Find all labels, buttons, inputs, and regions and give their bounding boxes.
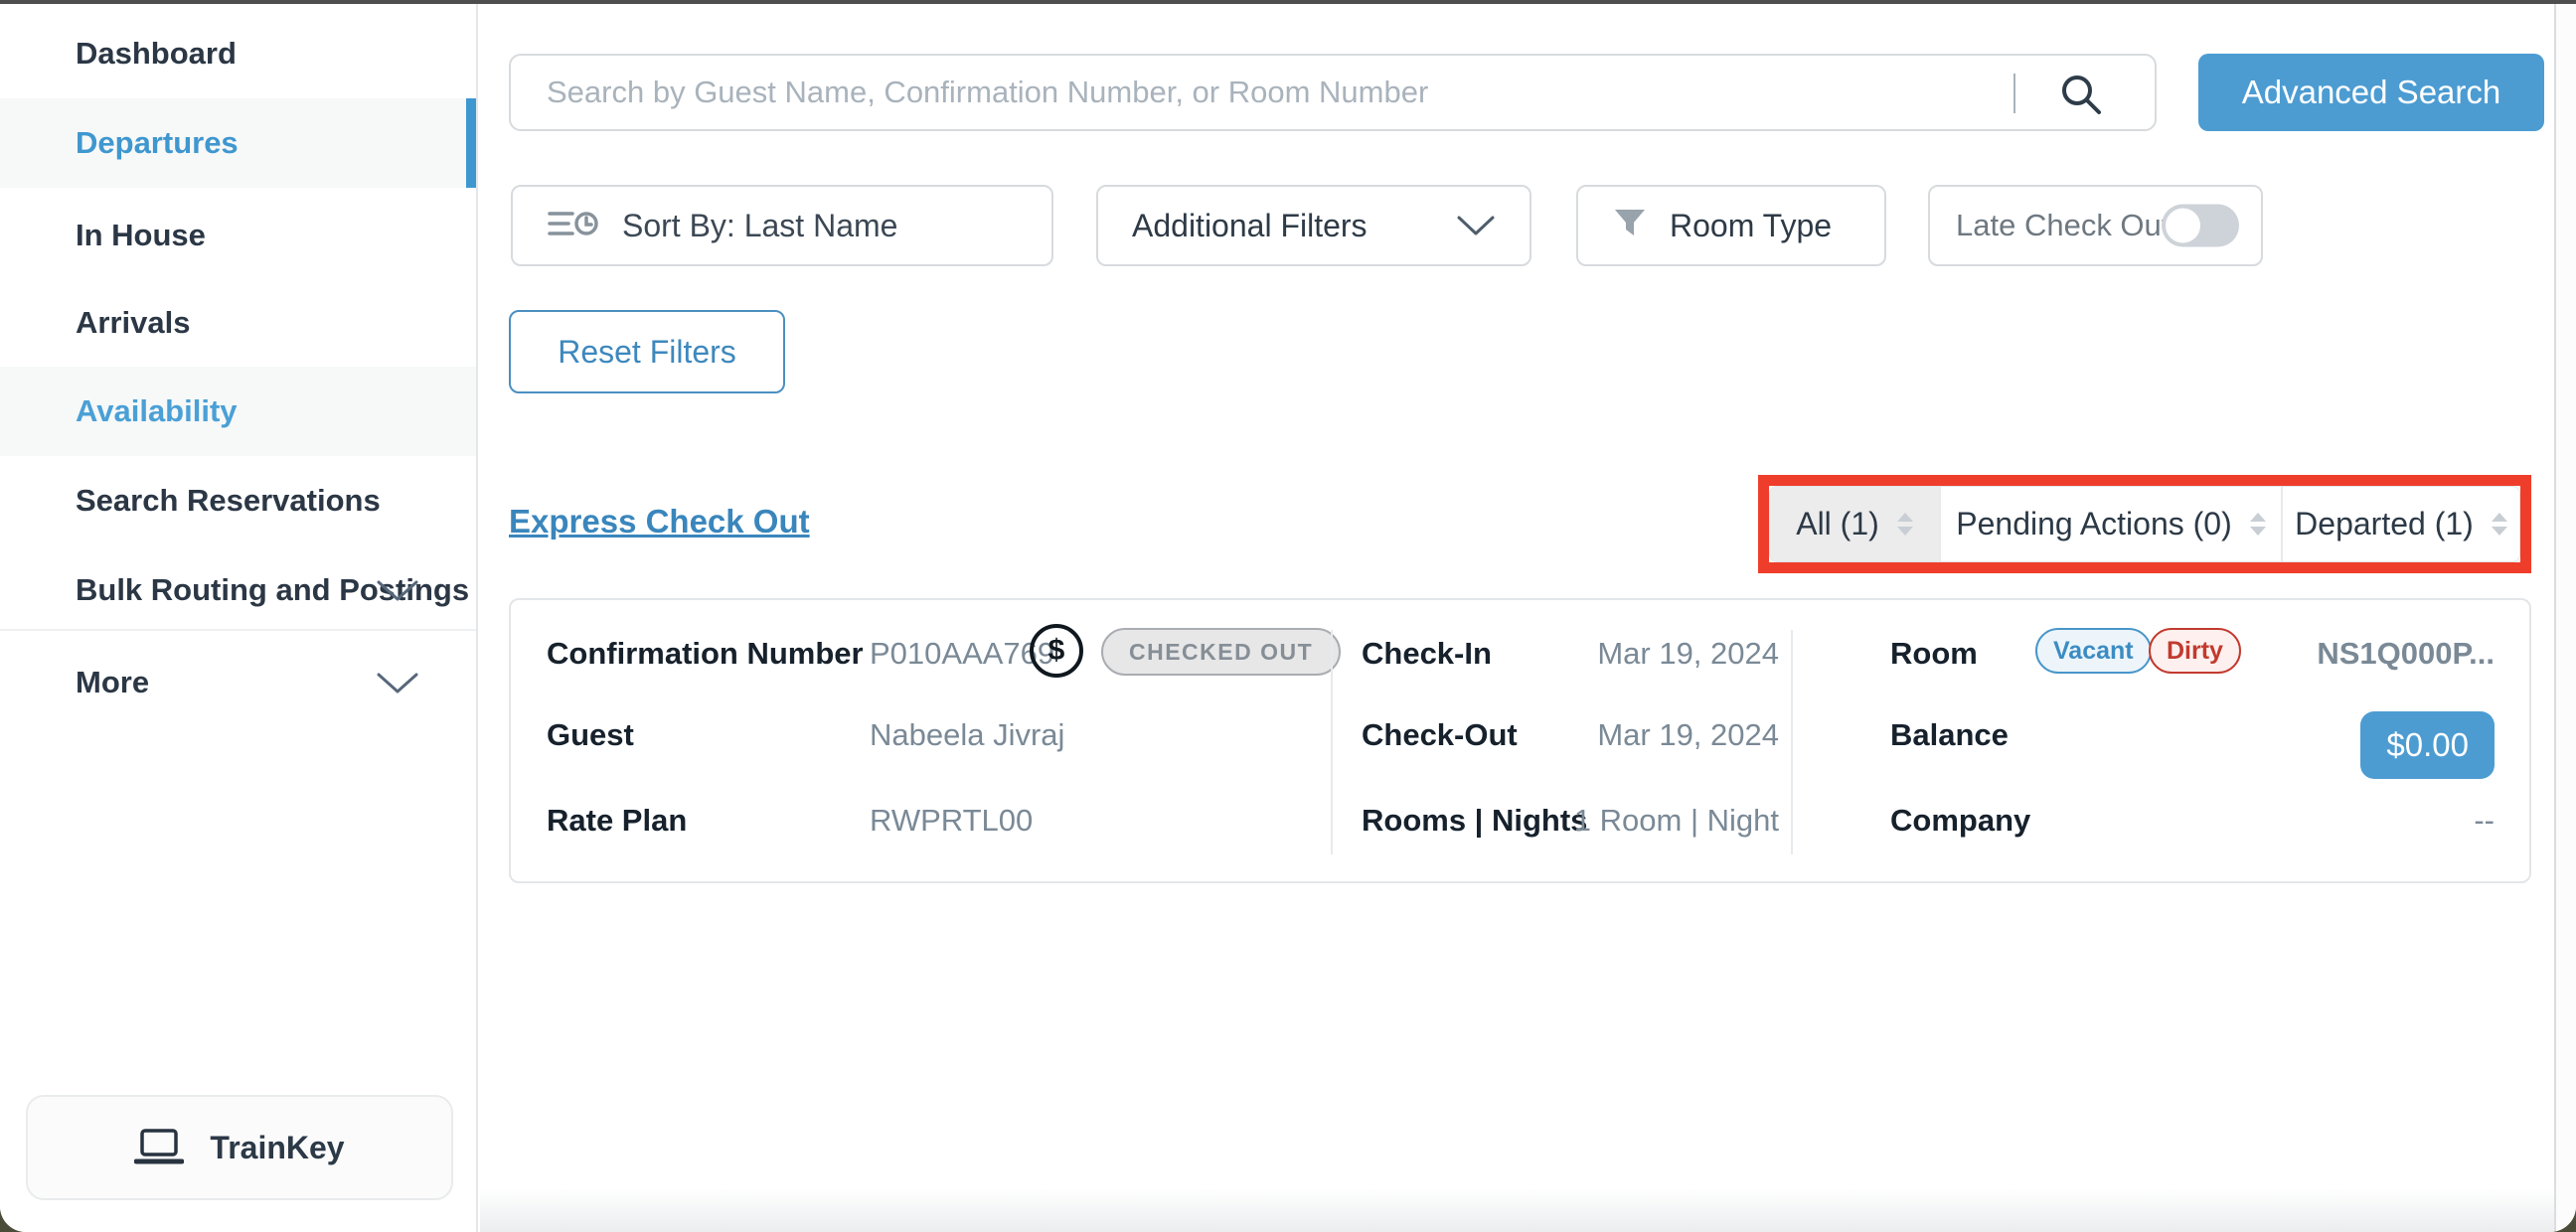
sidebar-item-label: Arrivals <box>76 305 190 341</box>
company-value: -- <box>2474 803 2495 839</box>
trainkey-label: TrainKey <box>210 1130 344 1166</box>
confirmation-number-label: Confirmation Number <box>547 636 864 672</box>
checked-out-badge: CHECKED OUT <box>1101 628 1341 676</box>
sidebar-item-label: Dashboard <box>76 36 237 72</box>
guest-name-value: Nabeela Jivraj <box>870 717 1064 753</box>
sidebar-item-bulk-routing[interactable]: Bulk Routing and Postings <box>0 545 476 635</box>
check-out-value: Mar 19, 2024 <box>1455 717 1779 753</box>
late-check-out-toggle[interactable] <box>2162 205 2239 247</box>
room-label: Room <box>1890 636 1978 672</box>
sidebar-item-label: Availability <box>76 393 238 429</box>
rooms-nights-value: 1 Room | Night <box>1455 803 1779 839</box>
housekeeping-status-badge-dirty: Dirty <box>2149 628 2241 674</box>
search-divider <box>2013 74 2015 113</box>
card-column-divider <box>1791 630 1793 854</box>
late-check-out-label: Late Check Out <box>1956 208 2170 243</box>
room-type-filter[interactable]: Room Type <box>1576 185 1886 266</box>
additional-filters-label: Additional Filters <box>1132 208 1368 244</box>
bottom-scroll-area <box>480 1188 2554 1232</box>
app-window: Dashboard Departures In House Arrivals A… <box>0 0 2576 1232</box>
room-type-label: Room Type <box>1670 208 1832 244</box>
sort-by-label: Sort By: Last Name <box>622 208 897 244</box>
sort-icon <box>547 203 598 249</box>
sort-arrows-icon <box>2250 513 2266 536</box>
payment-dollar-icon[interactable]: $ <box>1030 624 1083 678</box>
search-icon[interactable] <box>2057 71 2105 118</box>
balance-label: Balance <box>1890 717 2009 753</box>
sidebar: Dashboard Departures In House Arrivals A… <box>0 4 478 1232</box>
tab-all[interactable]: All (1) <box>1770 487 1941 561</box>
chevron-down-icon <box>375 669 420 696</box>
sort-arrows-icon <box>2492 513 2507 536</box>
late-check-out-filter: Late Check Out <box>1928 185 2263 266</box>
tab-label: Departed (1) <box>2295 506 2474 542</box>
vertical-scrollbar[interactable] <box>2554 4 2576 1232</box>
room-status-badge-vacant: Vacant <box>2035 628 2152 674</box>
sort-by-dropdown[interactable]: Sort By: Last Name <box>511 185 1053 266</box>
sidebar-item-availability[interactable]: Availability <box>0 367 476 456</box>
reservation-card[interactable]: Confirmation Number P010AAA769 $ CHECKED… <box>509 598 2531 883</box>
guest-search-box <box>509 54 2157 131</box>
chevron-down-icon <box>1456 214 1496 237</box>
trainkey-button[interactable]: TrainKey <box>26 1095 453 1200</box>
toggle-knob <box>2166 209 2200 243</box>
sidebar-item-more[interactable]: More <box>0 638 476 727</box>
tab-label: All (1) <box>1796 506 1879 542</box>
guest-label: Guest <box>547 717 634 753</box>
sidebar-item-in-house[interactable]: In House <box>0 191 476 280</box>
room-number-value: NS1Q000P... <box>2317 636 2495 672</box>
card-column-divider <box>1331 630 1333 854</box>
express-check-out-link[interactable]: Express Check Out <box>509 503 810 540</box>
confirmation-number-value[interactable]: P010AAA769 <box>870 636 1054 672</box>
laptop-icon <box>134 1127 184 1169</box>
tab-pending-actions[interactable]: Pending Actions (0) <box>1941 487 2283 561</box>
company-label: Company <box>1890 803 2030 839</box>
chevron-down-icon <box>375 576 420 604</box>
reservation-tabs: All (1) Pending Actions (0) Departed (1) <box>1769 486 2520 562</box>
annotation-highlight-box: All (1) Pending Actions (0) Departed (1) <box>1758 475 2531 573</box>
filter-funnel-icon <box>1612 206 1648 246</box>
sort-arrows-icon <box>1897 513 1913 536</box>
tab-departed[interactable]: Departed (1) <box>2283 487 2519 561</box>
sidebar-divider <box>0 629 476 631</box>
sidebar-item-label: More <box>76 665 149 700</box>
sidebar-item-dashboard[interactable]: Dashboard <box>0 9 476 98</box>
advanced-search-button[interactable]: Advanced Search <box>2198 54 2544 131</box>
sidebar-item-arrivals[interactable]: Arrivals <box>0 278 476 368</box>
reset-filters-button[interactable]: Reset Filters <box>509 310 785 393</box>
sidebar-item-label: In House <box>76 218 206 253</box>
sidebar-item-label: Search Reservations <box>76 483 381 519</box>
sidebar-item-departures[interactable]: Departures <box>0 98 476 188</box>
search-input[interactable] <box>511 56 2155 129</box>
check-in-value: Mar 19, 2024 <box>1455 636 1779 672</box>
tab-label: Pending Actions (0) <box>1956 506 2232 542</box>
sidebar-item-search-reservations[interactable]: Search Reservations <box>0 456 476 545</box>
balance-amount-button[interactable]: $0.00 <box>2360 711 2495 779</box>
additional-filters-dropdown[interactable]: Additional Filters <box>1096 185 1531 266</box>
sidebar-item-label: Departures <box>76 125 239 161</box>
rate-plan-value: RWPRTL00 <box>870 803 1033 839</box>
rate-plan-label: Rate Plan <box>547 803 687 839</box>
